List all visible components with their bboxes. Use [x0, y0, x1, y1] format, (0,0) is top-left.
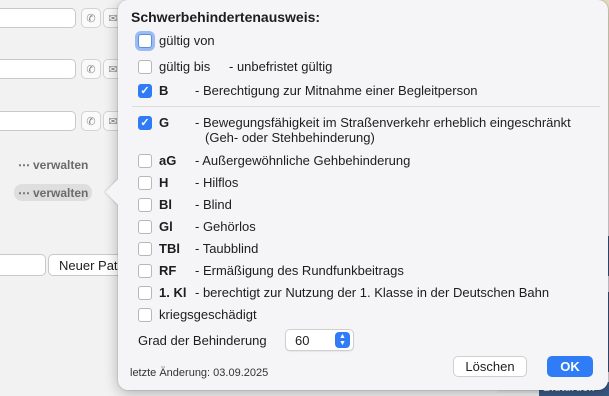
valid-until-label: gültig bis [159, 59, 211, 74]
marker-code: TBl [159, 241, 180, 256]
disability-id-popover: Schwerbehindertenausweis: gültig von gül… [105, 0, 608, 390]
marker-description-secondary: (Geh- oder Stehbehinderung) [205, 130, 375, 145]
manage-label: verwalten [33, 157, 89, 172]
marker-row-b[interactable]: ✓ B - Berechtigung zur Mitnahme einer Be… [138, 83, 478, 98]
marker-row-1kl[interactable]: 1. Kl - berechtigt zur Nutzung der 1. Kl… [138, 285, 549, 300]
marker-code: 1. Kl [159, 285, 187, 300]
delete-button[interactable]: Löschen [453, 356, 527, 377]
war-damaged-row[interactable]: kriegsgeschädigt [138, 307, 257, 322]
manage-label: verwalten [33, 185, 89, 200]
marker-checkbox-rf[interactable] [138, 264, 152, 278]
valid-until-row[interactable]: gültig bis - unbefristet gültig [138, 59, 332, 74]
marker-checkbox-g[interactable]: ✓ [138, 116, 152, 130]
more-icon: ⋯ [18, 157, 30, 172]
marker-code: Gl [159, 219, 173, 234]
new-patient-button[interactable]: Neuer Pat [48, 254, 128, 276]
last-change-text: letzte Änderung: 03.09.2025 [130, 367, 269, 379]
valid-from-checkbox[interactable] [138, 34, 152, 48]
marker-row-gl[interactable]: Gl - Gehörlos [138, 219, 256, 234]
marker-code: H [159, 175, 169, 190]
popover-title: Schwerbehindertenausweis: [131, 9, 321, 25]
phone-icon[interactable]: ✆ [81, 8, 101, 28]
chevron-updown-icon: ▲ ▼ [335, 332, 350, 348]
divider [132, 106, 600, 107]
marker-row-rf[interactable]: RF - Ermäßigung des Rundfunkbeitrags [138, 263, 404, 278]
marker-description: - Berechtigung zur Mitnahme einer Beglei… [195, 83, 478, 98]
marker-description: - Gehörlos [195, 219, 256, 234]
manage-button-active[interactable]: ⋯ verwalten [14, 184, 93, 201]
marker-row-tbl[interactable]: TBl - Taubblind [138, 241, 258, 256]
marker-code: aG [159, 153, 177, 168]
marker-checkbox-tbl[interactable] [138, 242, 152, 256]
more-icon: ⋯ [18, 185, 30, 200]
phone-icon[interactable]: ✆ [81, 59, 101, 79]
bg-text-field[interactable] [0, 254, 46, 276]
popover-arrow [105, 179, 131, 205]
marker-checkbox-ag[interactable] [138, 154, 152, 168]
manage-button[interactable]: ⋯ verwalten [14, 156, 92, 173]
marker-description: - Taubblind [195, 241, 259, 256]
marker-code: G [159, 115, 170, 130]
valid-until-checkbox[interactable] [138, 60, 152, 74]
war-damaged-checkbox[interactable] [138, 308, 152, 322]
degree-select[interactable]: 60 ▲ ▼ [285, 329, 354, 351]
marker-code: B [159, 83, 169, 98]
bg-text-field[interactable] [0, 59, 76, 79]
marker-row-g[interactable]: ✓ G - Bewegungsfähigkeit im Straßenverke… [138, 115, 571, 145]
phone-icon[interactable]: ✆ [81, 111, 101, 131]
marker-row-bl[interactable]: Bl - Blind [138, 197, 232, 212]
marker-description: - Bewegungsfähigkeit im Straßenverkehr e… [195, 115, 571, 130]
marker-row-h[interactable]: H - Hilflos [138, 175, 238, 190]
marker-description: - Blind [195, 197, 232, 212]
marker-description: - Ermäßigung des Rundfunkbeitrags [195, 263, 404, 278]
bg-text-field[interactable] [0, 8, 76, 28]
ok-button[interactable]: OK [547, 356, 593, 377]
valid-until-extra: - unbefristet gültig [229, 59, 333, 74]
marker-checkbox-b[interactable]: ✓ [138, 84, 152, 98]
bg-text-field[interactable] [0, 111, 76, 131]
marker-checkbox-gl[interactable] [138, 220, 152, 234]
marker-row-ag[interactable]: aG - Außergewöhnliche Gehbehinderung [138, 153, 410, 168]
marker-description: - Außergewöhnliche Gehbehinderung [195, 153, 411, 168]
degree-label: Grad der Behinderung [138, 333, 267, 348]
marker-code: RF [159, 263, 177, 278]
marker-description: - Hilflos [195, 175, 239, 190]
degree-value: 60 [295, 333, 310, 348]
valid-from-label: gültig von [159, 33, 215, 48]
marker-description-block: - Bewegungsfähigkeit im Straßenverkehr e… [195, 115, 571, 145]
marker-checkbox-h[interactable] [138, 176, 152, 190]
valid-from-row[interactable]: gültig von [138, 33, 215, 48]
marker-checkbox-bl[interactable] [138, 198, 152, 212]
marker-code: Bl [159, 197, 172, 212]
marker-checkbox-1kl[interactable] [138, 286, 152, 300]
marker-description: - berechtigt zur Nutzung der 1. Klasse i… [195, 285, 550, 300]
war-damaged-label: kriegsgeschädigt [159, 307, 257, 322]
